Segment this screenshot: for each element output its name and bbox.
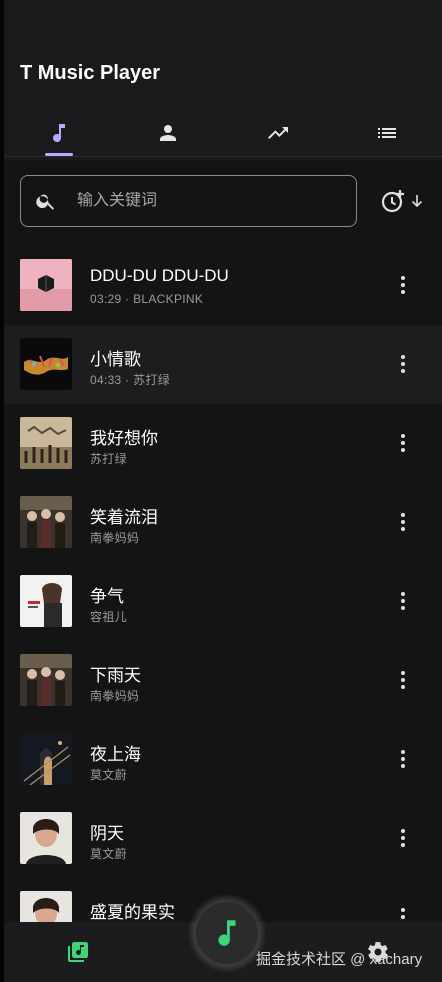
song-subtitle: 03:29 · BLACKPINK — [90, 292, 204, 306]
song-row[interactable]: 我好想你 苏打绿 — [4, 404, 442, 483]
song-row[interactable]: 阴天 莫文蔚 — [4, 799, 442, 878]
music-note-icon — [218, 920, 236, 946]
album-cover — [20, 654, 72, 706]
tab-trending[interactable] — [223, 110, 333, 156]
album-cover — [20, 733, 72, 785]
search-row — [4, 160, 442, 240]
album-cover — [20, 496, 72, 548]
album-cover — [20, 575, 72, 627]
person-icon — [160, 125, 177, 141]
tab-playlists[interactable] — [333, 110, 442, 156]
search-input[interactable] — [77, 192, 317, 210]
more-options-button[interactable] — [388, 507, 418, 537]
search-box[interactable] — [20, 175, 357, 227]
more-options-button[interactable] — [388, 428, 418, 458]
song-subtitle: 莫文蔚 — [90, 768, 127, 782]
song-subtitle: 苏打绿 — [90, 452, 127, 466]
now-playing-fab-glow — [188, 894, 266, 972]
tab-songs[interactable] — [4, 110, 114, 156]
now-playing-button[interactable] — [195, 901, 259, 965]
album-cover — [20, 417, 72, 469]
search-icon — [36, 194, 55, 210]
song-subtitle: 莫文蔚 — [90, 847, 127, 861]
song-list: DDU-DU DDU-DU 03:29 · BLACKPINK 小情歌 04:3… — [4, 246, 442, 957]
song-title: 小情歌 — [90, 350, 141, 369]
song-subtitle: 04:33 · 苏打绿 — [90, 373, 170, 387]
more-vert-icon — [401, 591, 405, 612]
app-root: T Music Player 输入关键词 DDU-DU DDU-DU 03:29… — [0, 0, 442, 982]
song-row[interactable]: 笑着流泪 南拳妈妈 — [4, 483, 442, 562]
more-options-button[interactable] — [388, 270, 418, 300]
music-note-icon — [52, 124, 65, 143]
history-add-icon — [381, 190, 404, 213]
song-title: 盛夏的果实 — [90, 903, 175, 922]
song-row[interactable]: 夜上海 莫文蔚 — [4, 720, 442, 799]
more-vert-icon — [401, 828, 405, 849]
more-options-button[interactable] — [388, 586, 418, 616]
more-vert-icon — [401, 670, 405, 691]
tab-bar — [4, 110, 442, 156]
app-header: T Music Player — [4, 0, 442, 160]
more-options-button[interactable] — [388, 823, 418, 853]
song-title: 笑着流泪 — [90, 508, 158, 527]
song-title: 阴天 — [90, 824, 124, 843]
song-title: DDU-DU DDU-DU — [90, 266, 229, 285]
tab-artists[interactable] — [114, 110, 224, 156]
song-row[interactable]: 争气 容祖儿 — [4, 562, 442, 641]
more-vert-icon — [401, 749, 405, 770]
song-title: 夜上海 — [90, 745, 141, 764]
song-subtitle: 南拳妈妈 — [90, 531, 140, 545]
arrow-down-icon — [411, 195, 423, 208]
more-options-button[interactable] — [388, 665, 418, 695]
album-cover — [20, 259, 72, 311]
more-vert-icon — [401, 354, 405, 375]
album-cover — [20, 812, 72, 864]
sort-history-button[interactable] — [380, 186, 430, 216]
more-options-button[interactable] — [388, 349, 418, 379]
trending-up-icon — [267, 127, 288, 139]
tabs-divider — [4, 156, 442, 157]
song-title: 争气 — [90, 587, 124, 606]
watermark-text: 掘金技术社区 @ xachary — [256, 951, 423, 968]
list-icon — [378, 128, 397, 138]
more-vert-icon — [401, 275, 405, 296]
song-subtitle: 容祖儿 — [90, 610, 127, 624]
more-options-button[interactable] — [388, 744, 418, 774]
album-cover — [20, 338, 72, 390]
more-vert-icon — [401, 512, 405, 533]
music-library-icon[interactable] — [66, 940, 90, 964]
song-row[interactable]: DDU-DU DDU-DU 03:29 · BLACKPINK — [4, 246, 442, 325]
song-title: 我好想你 — [90, 429, 158, 448]
song-row[interactable]: 下雨天 南拳妈妈 — [4, 641, 442, 720]
song-subtitle: 南拳妈妈 — [90, 689, 140, 703]
song-title: 下雨天 — [90, 666, 141, 685]
more-vert-icon — [401, 433, 405, 454]
song-row[interactable]: 小情歌 04:33 · 苏打绿 — [4, 325, 442, 404]
app-title: T Music Player — [20, 62, 161, 84]
